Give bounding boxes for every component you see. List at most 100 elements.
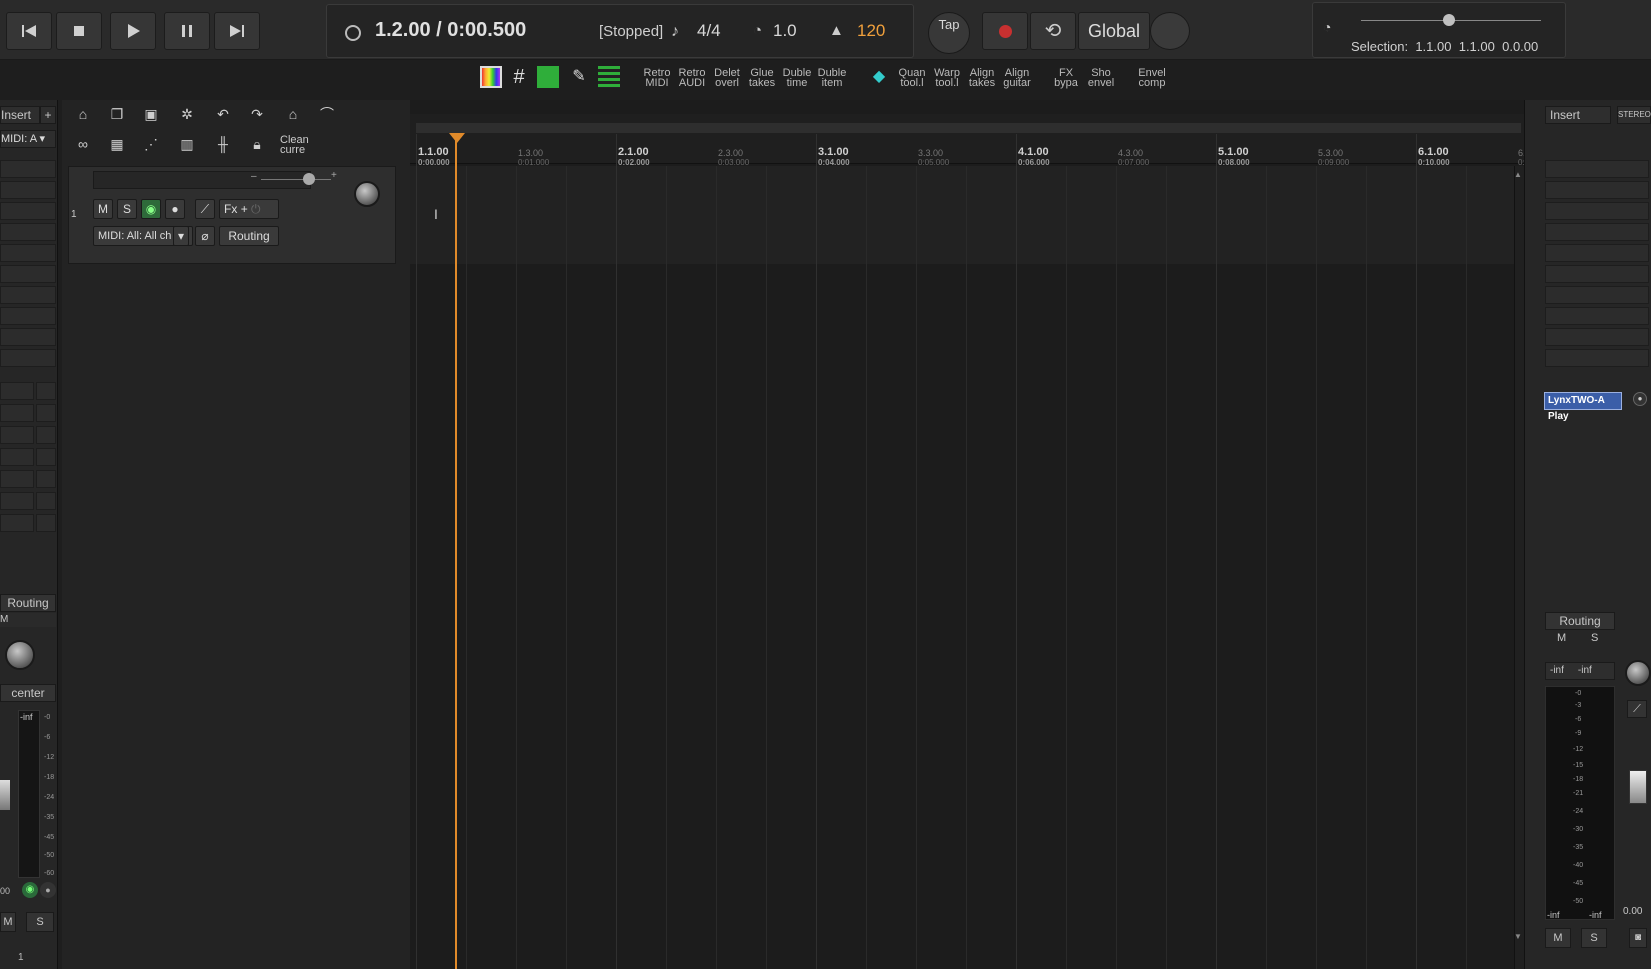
send-slot[interactable] xyxy=(0,426,34,444)
fx-slot[interactable] xyxy=(1545,307,1649,325)
action-glue-takes[interactable]: Glue takes xyxy=(746,68,778,89)
grid-icon[interactable]: # xyxy=(508,66,530,88)
redo-icon[interactable]: ↷ xyxy=(244,102,270,126)
action-align-guitar[interactable]: Align guitar xyxy=(1001,68,1033,89)
pan-knob[interactable] xyxy=(354,181,380,207)
link-icon[interactable]: ∞ xyxy=(70,132,96,156)
automation-mode-button[interactable]: Global xyxy=(1078,12,1150,50)
fx-slot[interactable] xyxy=(1545,202,1649,220)
record-arm-icon[interactable]: ● xyxy=(165,199,185,219)
crossfade-icon[interactable]: ⌒ xyxy=(314,102,340,126)
lock-icon[interactable]: 🔒︎ xyxy=(244,132,270,156)
vertical-scrollbar[interactable] xyxy=(1514,166,1524,969)
automation-icon[interactable]: ⟋ xyxy=(1627,700,1647,718)
selection-end[interactable]: 1.1.00 xyxy=(1459,39,1495,54)
fx-slot[interactable] xyxy=(1545,181,1649,199)
fx-slot[interactable] xyxy=(1545,328,1649,346)
stop-button[interactable] xyxy=(56,12,102,50)
send-slot[interactable] xyxy=(36,426,56,444)
insert-add-button[interactable]: + xyxy=(40,106,56,124)
routing-button[interactable]: Routing xyxy=(219,226,279,246)
volume-slider-thumb[interactable] xyxy=(303,173,315,185)
action-quantize-tool[interactable]: Quan tool.l xyxy=(896,68,928,89)
tempo[interactable]: 120 xyxy=(857,21,885,41)
action-warp-tool[interactable]: Warp tool.l xyxy=(931,68,963,89)
repeat-button[interactable]: ⟲ xyxy=(1030,12,1076,50)
tracks-icon[interactable] xyxy=(598,66,620,88)
arrange-view[interactable]: 1.1.00 0:00.000 1.3.00 0:01.000 2.1.00 0:02… xyxy=(410,100,1531,969)
send-slot[interactable] xyxy=(0,382,34,400)
action-show-envelopes[interactable]: Sho envel xyxy=(1085,68,1117,89)
fx-slot[interactable] xyxy=(1545,244,1649,262)
zoom-slider-thumb[interactable] xyxy=(1443,14,1455,26)
action-delete-overlaps[interactable]: Delet overl xyxy=(711,68,743,89)
automation-icon[interactable]: ⟋ xyxy=(195,199,215,219)
ripple-icon[interactable]: ⋰ xyxy=(138,132,164,156)
chevron-down-icon[interactable]: ▾ xyxy=(173,226,189,246)
fx-slot[interactable] xyxy=(0,328,56,346)
track-name-field[interactable] xyxy=(93,171,311,189)
copy-icon[interactable]: ❐ xyxy=(104,102,130,126)
output-device[interactable]: LynxTWO-A Play xyxy=(1544,392,1622,422)
fx-slot[interactable] xyxy=(0,223,56,241)
pause-button[interactable] xyxy=(164,12,210,50)
time-signature[interactable]: 4/4 xyxy=(697,21,721,41)
send-slot[interactable] xyxy=(36,448,56,466)
snap-icon[interactable]: ▦ xyxy=(104,132,130,156)
pan-knob[interactable] xyxy=(1625,660,1651,686)
send-slot[interactable] xyxy=(36,382,56,400)
routing-button[interactable]: Routing xyxy=(0,594,56,612)
ruler-region-lane[interactable] xyxy=(416,123,1521,133)
fx-slot[interactable] xyxy=(1545,286,1649,304)
timeline-ruler[interactable]: 1.1.00 0:00.000 1.3.00 0:01.000 2.1.00 0:02… xyxy=(410,114,1531,167)
action-envelope-comp[interactable]: Envel comp xyxy=(1136,68,1168,89)
action-fx-bypass[interactable]: FX bypa xyxy=(1050,68,1082,89)
volume-fader-thumb[interactable] xyxy=(0,780,10,810)
scroll-up-icon[interactable]: ▲ xyxy=(1514,170,1522,179)
split-icon[interactable] xyxy=(537,66,559,88)
send-slot[interactable] xyxy=(0,470,34,488)
record-arm-icon[interactable]: ● xyxy=(40,882,56,898)
fx-slot[interactable] xyxy=(0,307,56,325)
undo-icon[interactable]: ↶ xyxy=(210,102,236,126)
phase-icon[interactable]: ⌀ xyxy=(195,226,215,246)
mute-button[interactable]: M xyxy=(93,199,113,219)
send-slot[interactable] xyxy=(36,492,56,510)
send-slot[interactable] xyxy=(0,492,34,510)
fx-slot[interactable] xyxy=(0,160,56,178)
markers-icon[interactable]: ╫ xyxy=(210,132,236,156)
edit-cursor-handle[interactable] xyxy=(449,133,465,143)
metronome-icon[interactable]: ▲ xyxy=(829,22,844,39)
send-slot[interactable] xyxy=(0,514,34,532)
stereo-button[interactable]: STEREO xyxy=(1617,106,1651,124)
solo-button[interactable]: S xyxy=(1581,928,1607,948)
go-to-end-button[interactable] xyxy=(214,12,260,50)
speaker-icon[interactable]: ◙ xyxy=(1629,928,1647,948)
quantize-icon[interactable]: ◆ xyxy=(868,66,890,88)
home-icon[interactable]: ⌂ xyxy=(70,102,96,126)
action-double-item[interactable]: Duble item xyxy=(816,68,848,89)
volume-fader-thumb[interactable] xyxy=(1629,770,1647,804)
fx-slot[interactable] xyxy=(0,286,56,304)
fx-slot[interactable] xyxy=(1545,160,1649,178)
send-slot[interactable] xyxy=(0,448,34,466)
solo-button[interactable]: S xyxy=(26,912,54,932)
midi-input-select[interactable]: MIDI: A ▾ xyxy=(0,130,56,148)
insert-button[interactable]: Insert xyxy=(0,106,40,124)
play-button[interactable] xyxy=(110,12,156,50)
send-slot[interactable] xyxy=(36,470,56,488)
track-1-header[interactable]: 1 – + M S ◉ ● ⟋ Fx + ⏻ MIDI: All: All ch… xyxy=(68,166,396,264)
mute-indicator[interactable]: M xyxy=(1557,632,1566,644)
fx-slot[interactable] xyxy=(1545,265,1649,283)
envelope-icon[interactable] xyxy=(1150,12,1190,50)
send-slot[interactable] xyxy=(36,514,56,532)
mute-button[interactable]: M xyxy=(1545,928,1571,948)
fx-button[interactable]: Fx + ⏻ xyxy=(219,199,279,219)
grid-lines-icon[interactable]: ▥ xyxy=(174,132,200,156)
solo-button[interactable]: S xyxy=(117,199,137,219)
pan-knob[interactable] xyxy=(5,640,35,670)
send-slot[interactable] xyxy=(36,404,56,422)
output-enable-icon[interactable]: ● xyxy=(1633,392,1647,406)
action-retro-midi[interactable]: Retro MIDI xyxy=(641,68,673,89)
send-slot[interactable] xyxy=(0,404,34,422)
